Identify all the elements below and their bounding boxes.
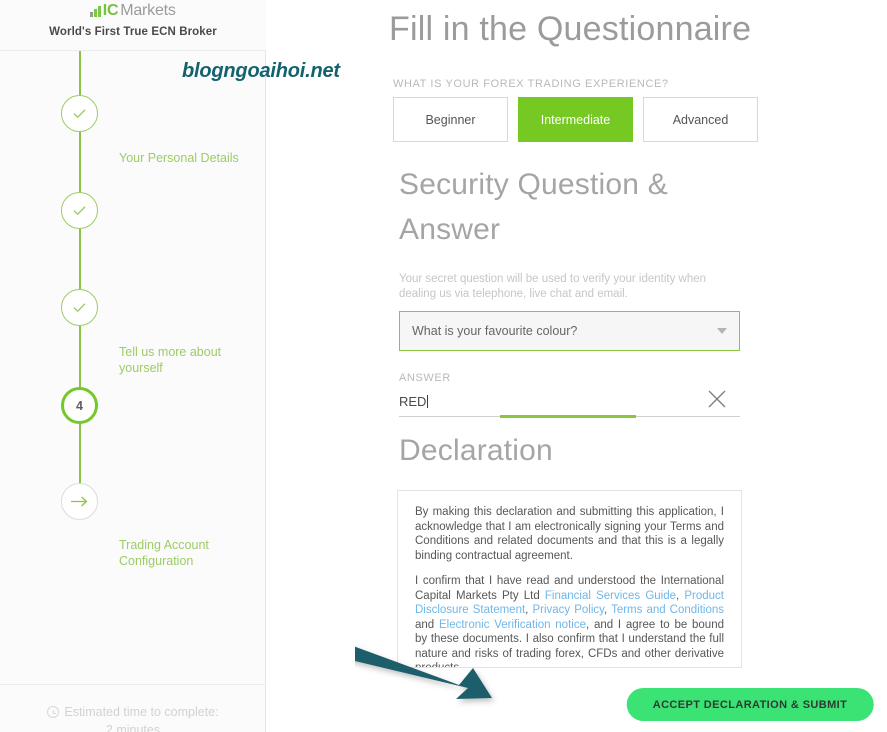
step-number: 4 — [76, 398, 83, 413]
security-description: Your secret question will be used to ver… — [399, 273, 707, 300]
text-caret — [427, 395, 429, 408]
brand-header: IC Markets World's First True ECN Broker — [0, 0, 266, 51]
progress-stepper: Your Personal Details Tell us more about… — [0, 51, 266, 684]
declaration-paragraph-2: I confirm that I have read and understoo… — [415, 574, 724, 667]
accept-declaration-submit-button[interactable]: ACCEPT DECLARATION & SUBMIT — [626, 688, 874, 721]
estimated-time-value: 2 minutes — [105, 723, 161, 732]
check-icon — [73, 303, 86, 313]
experience-option-intermediate[interactable]: Intermediate — [518, 97, 633, 142]
answer-label: ANSWER — [399, 372, 451, 384]
answer-underline — [399, 415, 740, 418]
declaration-section-title: Declaration — [399, 434, 553, 467]
page-title: Fill in the Questionnaire — [389, 10, 752, 48]
step-node-complete — [61, 289, 98, 326]
security-question-select[interactable]: What is your favourite colour? — [399, 311, 740, 351]
clock-icon — [47, 706, 60, 718]
logo-ic-text: IC — [102, 1, 119, 19]
brand-tagline: World's First True ECN Broker — [49, 26, 217, 38]
security-question-value: What is your favourite colour? — [412, 324, 578, 338]
bar-chart-icon — [90, 4, 101, 17]
experience-option-beginner[interactable]: Beginner — [393, 97, 508, 142]
step-node-current: 4 — [61, 387, 98, 424]
answer-input[interactable]: RED — [399, 388, 740, 416]
ic-markets-logo: IC Markets — [0, 0, 266, 20]
step-node-complete — [61, 192, 98, 229]
sidebar: IC Markets World's First True ECN Broker… — [0, 0, 266, 732]
link-financial-services-guide[interactable]: Financial Services Guide — [545, 590, 676, 602]
sidebar-footer: Estimated time to complete: 2 minutes — [0, 703, 266, 732]
main-content: Fill in the Questionnaire WHAT IS YOUR F… — [266, 0, 887, 732]
declaration-paragraph-1: By making this declaration and submittin… — [415, 506, 724, 562]
check-icon — [73, 109, 86, 119]
link-terms-and-conditions[interactable]: Terms and Conditions — [611, 604, 724, 616]
experience-question-label: WHAT IS YOUR FOREX TRADING EXPERIENCE? — [393, 78, 669, 90]
answer-focus-bar — [500, 415, 636, 418]
experience-option-advanced[interactable]: Advanced — [643, 97, 758, 142]
close-icon[interactable] — [706, 388, 728, 410]
step-node-pending — [61, 483, 98, 520]
arrow-right-icon — [71, 496, 88, 507]
experience-options: Beginner Intermediate Advanced — [393, 97, 758, 142]
step-node-complete — [61, 95, 98, 132]
security-section-title: Security Question & Answer — [399, 168, 668, 246]
questionnaire-page: IC Markets World's First True ECN Broker… — [0, 0, 887, 732]
watermark: blogngoaihoi.net — [182, 60, 340, 82]
estimated-time-label: Estimated time to complete: — [64, 705, 219, 719]
sidebar-step-label: Your Personal Details — [119, 151, 239, 165]
link-electronic-verification-notice[interactable]: Electronic Verification notice — [439, 619, 586, 631]
answer-value: RED — [399, 394, 427, 409]
chevron-down-icon — [717, 328, 727, 334]
sidebar-divider — [0, 684, 266, 685]
check-icon — [73, 206, 86, 216]
link-privacy-policy[interactable]: Privacy Policy — [532, 604, 604, 616]
logo-markets-text: Markets — [120, 1, 176, 19]
sidebar-step-label: Tell us more about yourself — [119, 345, 222, 375]
sidebar-step-label: Trading Account Configuration — [119, 538, 209, 568]
answer-field-wrap[interactable]: RED — [399, 388, 740, 418]
decl-sep-4: and — [415, 618, 439, 631]
declaration-text-box: By making this declaration and submittin… — [397, 490, 742, 668]
